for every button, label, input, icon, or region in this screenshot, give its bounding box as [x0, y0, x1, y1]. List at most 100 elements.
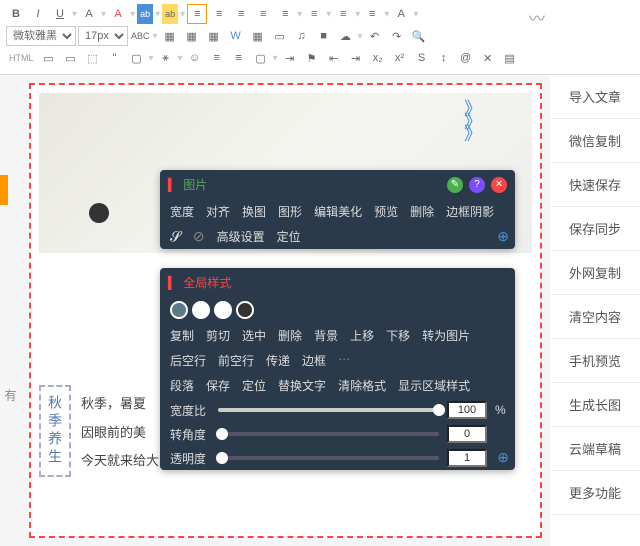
multi-image-button[interactable]: ▦ [182, 26, 202, 46]
slider-track[interactable] [218, 456, 439, 460]
save-region-button[interactable]: 保存 [206, 377, 230, 394]
long-image-button[interactable]: 生成长图 [550, 383, 640, 427]
align-justify-button[interactable]: ≡ [253, 4, 273, 24]
after-blank-button[interactable]: 后空行 [170, 352, 206, 369]
bold-button[interactable]: B [6, 4, 26, 24]
slider-value-input[interactable] [447, 425, 487, 443]
delete-region-button[interactable]: 删除 [278, 327, 302, 344]
slider-track[interactable] [218, 408, 439, 412]
ol-button[interactable]: ≡ [207, 48, 227, 68]
undo-button[interactable]: ↶ [365, 26, 385, 46]
clear-content-button[interactable]: 清空内容 [550, 295, 640, 339]
clear-format-button[interactable]: 清除格式 [338, 377, 386, 394]
upload-button[interactable]: ☁ [336, 26, 356, 46]
highlight-button[interactable]: ab [162, 4, 178, 24]
width-button[interactable]: 宽度 [170, 203, 194, 220]
left-orange-tab[interactable] [0, 175, 8, 205]
preview-button[interactable]: 预览 [374, 203, 398, 220]
strike-button[interactable]: S [412, 48, 432, 68]
image-button[interactable]: ▦ [160, 26, 180, 46]
replace-text-button[interactable]: 替换文字 [278, 377, 326, 394]
transfer-button[interactable]: 传递 [266, 352, 290, 369]
quote-button[interactable]: " [105, 48, 125, 68]
paste-button[interactable]: ▤ [500, 48, 520, 68]
panel-close-icon[interactable]: ✕ [491, 177, 507, 193]
dropcap-button[interactable]: A [391, 4, 411, 24]
expand-icon[interactable]: ⊕ [497, 449, 509, 466]
sub-button[interactable]: x₂ [368, 48, 388, 68]
emoji-button[interactable]: ☺ [185, 48, 205, 68]
indent1-button[interactable]: ≡ [333, 4, 353, 24]
indent-button[interactable]: ⇥ [346, 48, 366, 68]
italic-button[interactable]: I [28, 4, 48, 24]
move-down-button[interactable]: 下移 [386, 327, 410, 344]
color-button[interactable]: A [108, 4, 128, 24]
table-button[interactable]: ▦ [248, 26, 268, 46]
show-area-style-button[interactable]: 显示区域样式 [398, 377, 470, 394]
slider-value-input[interactable] [447, 401, 487, 419]
save-sync-button[interactable]: 保存同步 [550, 207, 640, 251]
layout-button[interactable]: ▭ [61, 48, 81, 68]
sup-button[interactable]: x² [390, 48, 410, 68]
change-image-button[interactable]: 换图 [242, 203, 266, 220]
html-button[interactable]: HTML [6, 48, 37, 68]
delete-button[interactable]: 删除 [410, 203, 434, 220]
chart-button[interactable]: ▭ [39, 48, 59, 68]
external-copy-button[interactable]: 外网复制 [550, 251, 640, 295]
unlink-icon[interactable]: ⊘ [193, 228, 205, 245]
border-button[interactable]: 边框 [302, 352, 326, 369]
align-left-button[interactable]: ≡ [187, 4, 207, 24]
align-button[interactable]: 对齐 [206, 203, 230, 220]
edit-beautify-button[interactable]: 编辑美化 [314, 203, 362, 220]
select-button[interactable]: 选中 [242, 327, 266, 344]
more-functions-button[interactable]: 更多功能 [550, 471, 640, 515]
direction-button[interactable]: ⇥ [280, 48, 300, 68]
font-size-select[interactable]: 17px [78, 26, 128, 46]
vertical-title[interactable]: 秋季养生 [39, 385, 71, 477]
indent2-button[interactable]: ≡ [362, 4, 382, 24]
quick-save-button[interactable]: 快速保存 [550, 163, 640, 207]
position-button[interactable]: 定位 [277, 228, 301, 245]
to-image-button[interactable]: 转为图片 [422, 327, 470, 344]
shape-button[interactable]: 图形 [278, 203, 302, 220]
border-shadow-button[interactable]: 边框阴影 [446, 203, 494, 220]
underline-button[interactable]: U [50, 4, 70, 24]
flag-button[interactable]: ⚑ [302, 48, 322, 68]
line-height-button[interactable]: ≡ [275, 4, 295, 24]
slider-track[interactable] [218, 432, 439, 436]
gallery-button[interactable]: ▦ [204, 26, 224, 46]
link-icon[interactable]: 𝓢 [170, 228, 181, 245]
abc-button[interactable]: ABC [130, 26, 151, 46]
move-up-button[interactable]: 上移 [350, 327, 374, 344]
sort-button[interactable]: ↕ [434, 48, 454, 68]
bgcolor-button[interactable]: ab [137, 4, 153, 24]
clear-button[interactable]: ✕ [478, 48, 498, 68]
box-button[interactable]: ▢ [127, 48, 147, 68]
slider-value-input[interactable] [447, 449, 487, 467]
card-button[interactable]: ▭ [270, 26, 290, 46]
crop-button[interactable]: ⬚ [83, 48, 103, 68]
search-button[interactable]: 🔍 [409, 26, 429, 46]
advanced-settings-button[interactable]: 高级设置 [217, 228, 265, 245]
color-swatch-3[interactable] [214, 301, 232, 319]
import-article-button[interactable]: 导入文章 [550, 75, 640, 119]
more-icon[interactable]: ⋯ [338, 352, 350, 369]
panel-ok-icon[interactable]: ✎ [447, 177, 463, 193]
spacing-button[interactable]: ≡ [304, 4, 324, 24]
outdent-button[interactable]: ⇤ [324, 48, 344, 68]
mobile-preview-button[interactable]: 手机预览 [550, 339, 640, 383]
color-swatch-1[interactable] [170, 301, 188, 319]
brush-button[interactable]: ⚹ [156, 48, 176, 68]
at-button[interactable]: @ [456, 48, 476, 68]
cut-button[interactable]: 剪切 [206, 327, 230, 344]
ul-button[interactable]: ≡ [229, 48, 249, 68]
paragraph-button[interactable]: 段落 [170, 377, 194, 394]
redo-button[interactable]: ↷ [387, 26, 407, 46]
background-button[interactable]: 背景 [314, 327, 338, 344]
wechat-copy-button[interactable]: 微信复制 [550, 119, 640, 163]
cloud-draft-button[interactable]: 云端草稿 [550, 427, 640, 471]
color-swatch-2[interactable] [192, 301, 210, 319]
color-swatch-4[interactable] [236, 301, 254, 319]
video-button[interactable]: ■ [314, 26, 334, 46]
box2-button[interactable]: ▢ [251, 48, 271, 68]
